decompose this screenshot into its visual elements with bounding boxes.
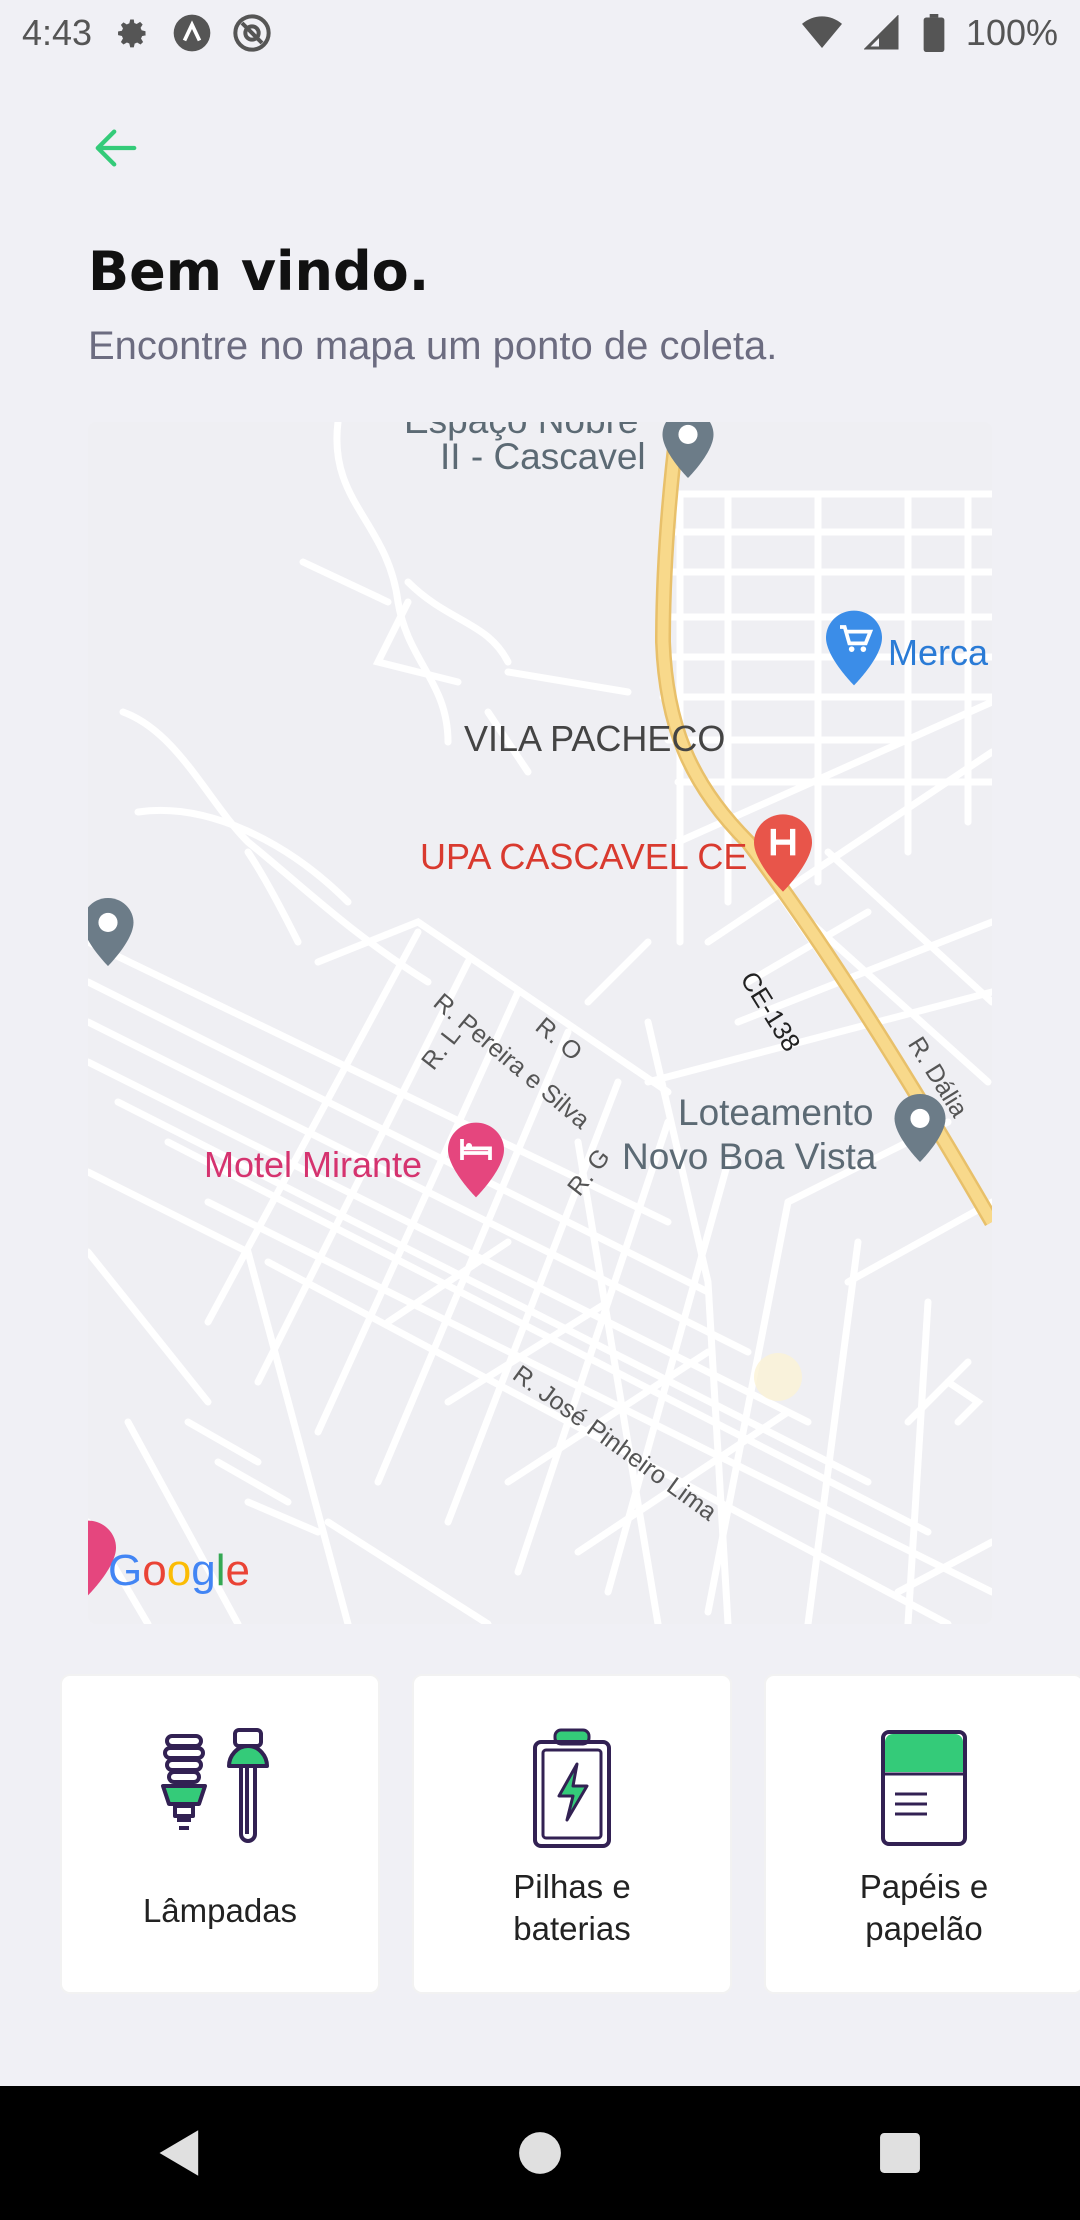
wifi-icon	[801, 13, 842, 53]
map-label-loteamento-line1: Loteamento	[678, 1092, 874, 1133]
item-label-line2: baterias	[513, 1910, 631, 1947]
map-label-upa: UPA CASCAVEL CE	[420, 836, 748, 877]
item-label: Papéis e papelão	[766, 1866, 1080, 1950]
arrow-left-icon	[95, 129, 137, 167]
item-label: Pilhas e baterias	[414, 1866, 730, 1950]
item-label-line2: papelão	[865, 1910, 983, 1947]
nav-home-icon	[519, 2132, 561, 2174]
status-bar: 4:43 100%	[0, 0, 1080, 66]
back-button[interactable]	[86, 118, 146, 178]
status-time: 4:43	[22, 12, 93, 53]
item-label-line1: Pilhas e	[513, 1868, 631, 1905]
nav-back-icon	[159, 2130, 199, 2176]
status-left: 4:43	[22, 12, 272, 54]
nav-recents-button[interactable]	[860, 2113, 940, 2193]
nav-home-button[interactable]	[500, 2113, 580, 2193]
map-label-vila-pacheco: VILA PACHECO	[464, 718, 726, 759]
nav-recents-icon	[880, 2133, 920, 2173]
lamps-icon	[150, 1728, 290, 1848]
item-card-lampadas[interactable]: Lâmpadas	[60, 1674, 380, 1994]
nav-back-button[interactable]	[140, 2113, 220, 2193]
app-a-icon	[172, 13, 212, 53]
items-row: Lâmpadas Pilhas e baterias Papéis e pape…	[60, 1674, 1080, 1994]
page-title: Bem vindo.	[88, 240, 430, 303]
settings-icon	[112, 13, 152, 53]
battery-icon	[922, 13, 946, 53]
paper-icon	[854, 1728, 994, 1848]
at-sign-icon	[232, 13, 272, 53]
google-logo: Google	[108, 1546, 250, 1595]
map-label-loteamento-line2: Novo Boa Vista	[622, 1136, 877, 1177]
status-right: 100%	[801, 12, 1058, 54]
signal-icon	[862, 13, 902, 53]
item-card-pilhas[interactable]: Pilhas e baterias	[412, 1674, 732, 1994]
map-label-espaco-line2: II - Cascavel	[440, 436, 646, 477]
nav-bar	[0, 2086, 1080, 2220]
map[interactable]: Espaço Nobre II - Cascavel Merca VILA PA…	[88, 422, 992, 1624]
item-label: Lâmpadas	[142, 1892, 298, 1929]
battery-item-icon	[502, 1728, 642, 1848]
map-label-mercado: Merca	[888, 632, 989, 673]
battery-percent: 100%	[965, 12, 1058, 53]
item-card-papeis[interactable]: Papéis e papelão	[764, 1674, 1080, 1994]
page-subtitle: Encontre no mapa um ponto de coleta.	[88, 324, 778, 368]
item-label-line1: Papéis e	[859, 1868, 989, 1905]
map-label-motel: Motel Mirante	[204, 1144, 423, 1185]
